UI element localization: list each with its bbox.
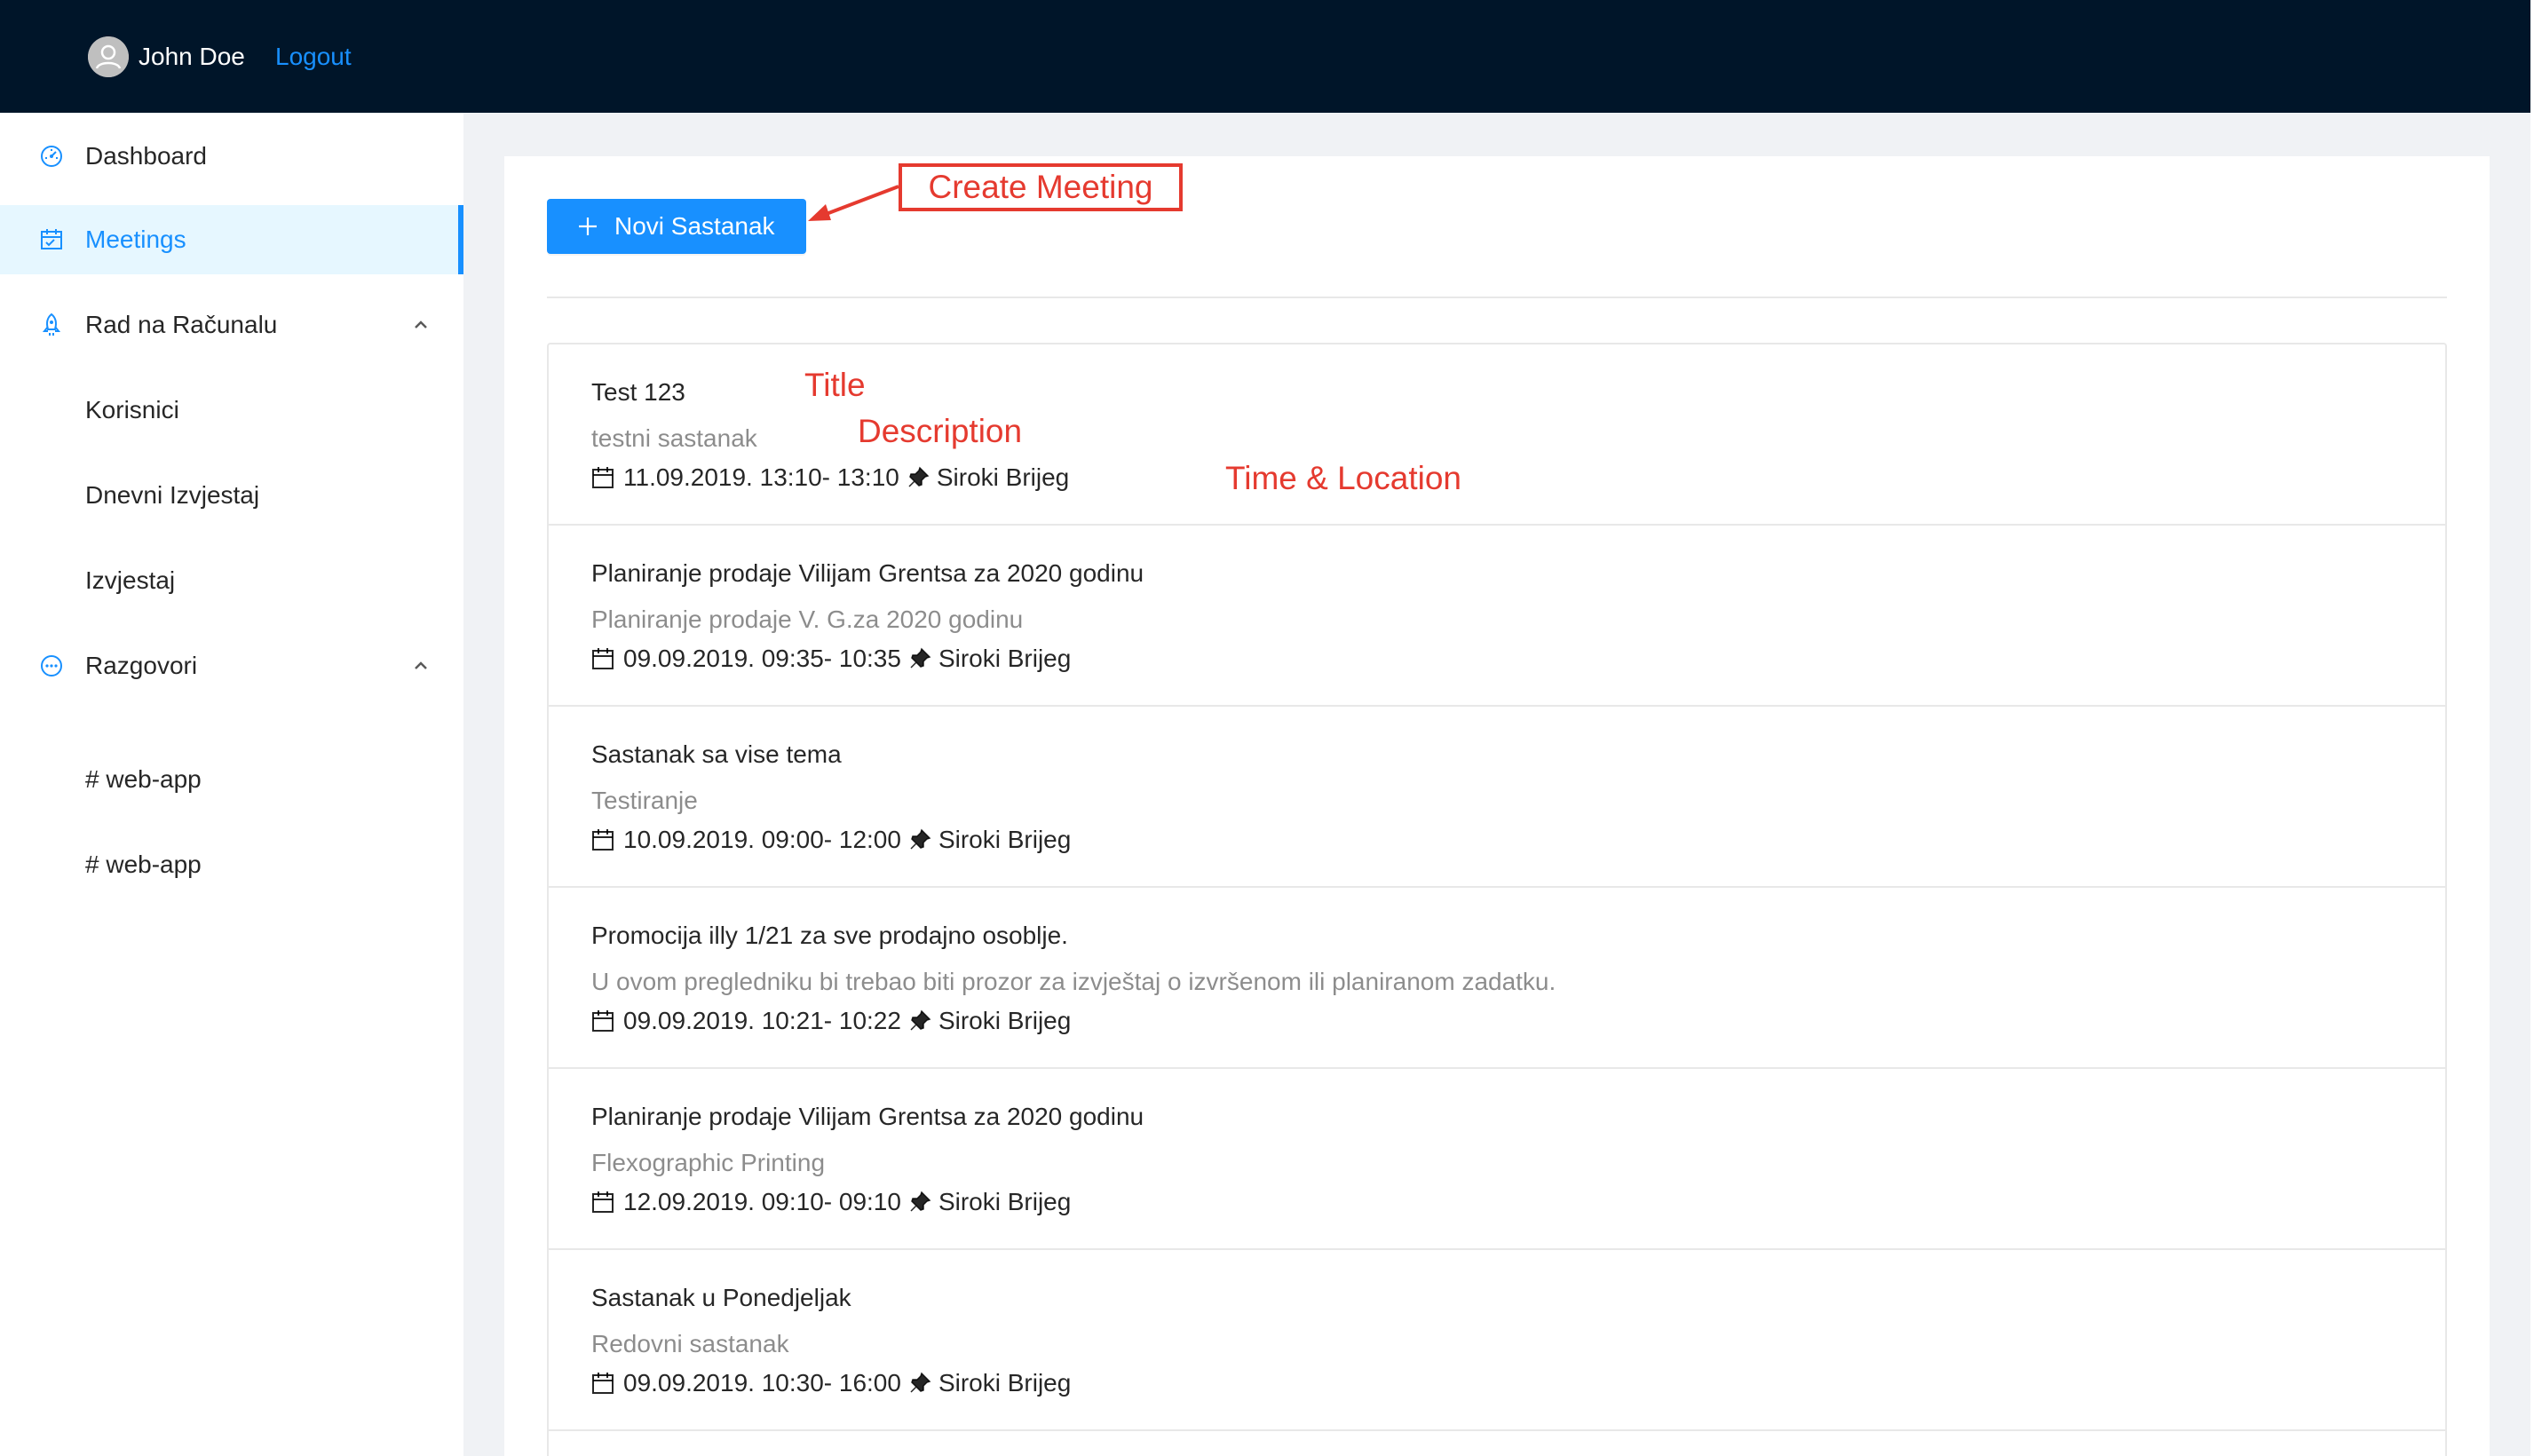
meeting-meta: 09.09.2019. 09:35- 10:35 Siroki Brijeg xyxy=(591,643,1071,675)
meeting-title: Planiranje prodaje Vilijam Grentsa za 20… xyxy=(591,1103,1144,1130)
sidebar-item-label: Rad na Računalu xyxy=(85,311,278,338)
plus-icon xyxy=(575,214,600,239)
annotation-description: Description xyxy=(858,413,1023,449)
sidebar-item-label: Razgovori xyxy=(85,652,198,679)
sidebar-item-label: # web-app xyxy=(85,851,202,878)
annotation-time-location: Time & Location xyxy=(1225,460,1461,496)
message-icon xyxy=(39,653,64,678)
calendar-icon xyxy=(39,227,64,252)
logout-link[interactable]: Logout xyxy=(275,41,352,73)
sidebar-item-label: # web-app xyxy=(85,765,202,793)
meeting-description: Planiranje prodaje V. G.za 2020 godinu xyxy=(591,605,1024,633)
meeting-list: Test 123 testni sastanak 11.09.2019. 13:… xyxy=(547,343,2447,1456)
meeting-title: Sastanak sa vise tema xyxy=(591,740,842,768)
calendar-icon xyxy=(591,1005,614,1037)
calendar-icon xyxy=(591,643,614,675)
annotation-create-meeting: Create Meeting xyxy=(899,163,1183,211)
calendar-icon xyxy=(591,462,614,494)
sidebar-item-rad-na-racunalu[interactable]: Rad na Računalu xyxy=(0,290,463,360)
sidebar-item-channel-web-app[interactable]: # web-app xyxy=(0,830,463,899)
pushpin-icon xyxy=(908,824,933,856)
sidebar-item-channel-web-app[interactable]: # web-app xyxy=(0,745,463,814)
meeting-item[interactable]: Planiranje prodaje Vilijam Grentsa za 20… xyxy=(549,526,2445,707)
meeting-description: testni sastanak xyxy=(591,424,757,452)
meeting-time: 09.09.2019. 10:21- 10:22 xyxy=(623,1007,901,1034)
new-meeting-label: Novi Sastanak xyxy=(614,212,775,240)
meeting-location: Siroki Brijeg xyxy=(938,1007,1072,1034)
dashboard-icon xyxy=(39,144,64,169)
sidebar-item-label: Meetings xyxy=(85,226,186,253)
meeting-title: Promocija illy 1/21 za sve prodajno osob… xyxy=(591,922,1068,949)
pushpin-icon xyxy=(908,1005,933,1037)
pushpin-icon xyxy=(908,643,933,675)
calendar-icon xyxy=(591,824,614,856)
sidebar-item-izvjestaj[interactable]: Izvjestaj xyxy=(0,546,463,615)
sidebar-item-label: Dnevni Izvjestaj xyxy=(85,481,260,509)
meeting-title: Planiranje prodaje Vilijam Grentsa za 20… xyxy=(591,559,1144,587)
meeting-item[interactable]: Promocija illy 1/21 za sve prodajno osob… xyxy=(549,888,2445,1069)
meeting-item[interactable]: Planiranje prodaje Vilijam Grentsa za 20… xyxy=(549,1069,2445,1250)
meeting-description: Testiranje xyxy=(591,787,698,814)
annotation-title: Title xyxy=(804,367,866,403)
sidebar-item-label: Izvjestaj xyxy=(85,566,176,594)
meeting-meta: 09.09.2019. 10:21- 10:22 Siroki Brijeg xyxy=(591,1005,1071,1037)
calendar-icon xyxy=(591,1186,614,1218)
meeting-meta: 11.09.2019. 13:10- 13:10 Siroki Brijeg xyxy=(591,462,1069,494)
meeting-time: 09.09.2019. 09:35- 10:35 xyxy=(623,645,901,672)
sidebar-item-label: Dashboard xyxy=(85,142,207,170)
meeting-location: Siroki Brijeg xyxy=(938,826,1072,853)
meeting-location: Siroki Brijeg xyxy=(936,463,1070,491)
user-avatar-icon[interactable] xyxy=(88,36,129,77)
meeting-description: Flexographic Printing xyxy=(591,1149,826,1176)
chevron-up-icon[interactable] xyxy=(410,655,432,677)
top-header: John Doe Logout xyxy=(0,0,2530,113)
sidebar-item-razgovori[interactable]: Razgovori xyxy=(0,631,463,700)
meeting-time: 11.09.2019. 13:10- 13:10 xyxy=(623,463,899,491)
meeting-time: 09.09.2019. 10:30- 16:00 xyxy=(623,1369,901,1397)
sidebar-item-dashboard[interactable]: Dashboard xyxy=(0,122,463,191)
sidebar-item-korisnici[interactable]: Korisnici xyxy=(0,376,463,445)
pushpin-icon xyxy=(908,1186,933,1218)
window-edge xyxy=(2530,0,2534,1456)
sidebar: Dashboard Meetings Rad na Računalu Koris… xyxy=(0,113,463,1456)
meeting-title: Sastanak u Ponedjeljak xyxy=(591,1284,851,1311)
meeting-location: Siroki Brijeg xyxy=(938,645,1072,672)
divider xyxy=(547,297,2447,298)
chevron-up-icon[interactable] xyxy=(410,314,432,336)
pushpin-icon xyxy=(907,462,931,494)
meeting-item[interactable]: Sastanak u Ponedjeljak Redovni sastanak … xyxy=(549,1250,2445,1431)
sidebar-item-dnevni-izvjestaj[interactable]: Dnevni Izvjestaj xyxy=(0,461,463,530)
meeting-time: 10.09.2019. 09:00- 12:00 xyxy=(623,826,901,853)
meeting-title: Test 123 xyxy=(591,378,685,406)
sidebar-item-meetings[interactable]: Meetings xyxy=(0,205,463,274)
meeting-meta: 12.09.2019. 09:10- 09:10 Siroki Brijeg xyxy=(591,1186,1071,1218)
pushpin-icon xyxy=(908,1367,933,1399)
meeting-description: U ovom pregledniku bi trebao biti prozor… xyxy=(591,968,1556,995)
new-meeting-button[interactable]: Novi Sastanak xyxy=(547,199,806,254)
calendar-icon xyxy=(591,1367,614,1399)
rocket-icon xyxy=(39,313,64,337)
user-name: John Doe xyxy=(139,43,245,70)
meeting-meta: 10.09.2019. 09:00- 12:00 Siroki Brijeg xyxy=(591,824,1071,856)
meeting-location: Siroki Brijeg xyxy=(938,1188,1072,1215)
meeting-location: Siroki Brijeg xyxy=(938,1369,1072,1397)
meeting-item[interactable]: Sastanak sa vise tema Testiranje 10.09.2… xyxy=(549,707,2445,888)
meeting-time: 12.09.2019. 09:10- 09:10 xyxy=(623,1188,901,1215)
meeting-meta: 09.09.2019. 10:30- 16:00 Siroki Brijeg xyxy=(591,1367,1071,1399)
meeting-description: Redovni sastanak xyxy=(591,1330,789,1357)
sidebar-item-label: Korisnici xyxy=(85,396,179,423)
